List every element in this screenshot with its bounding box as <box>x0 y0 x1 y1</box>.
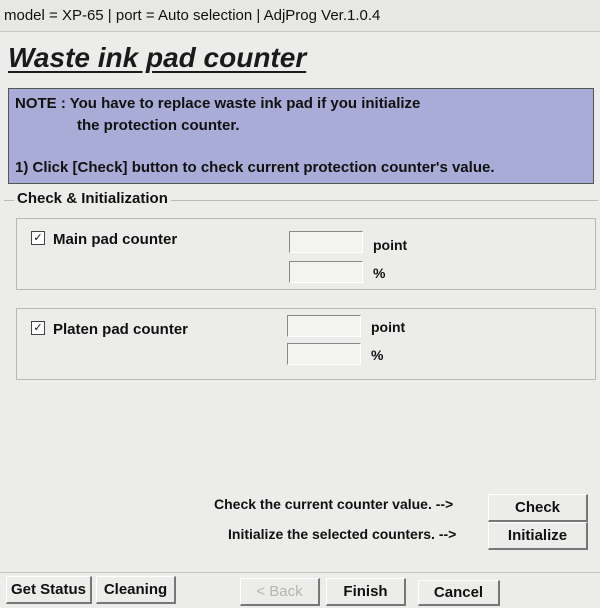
main-pad-point-field <box>289 231 363 253</box>
platen-pad-checkbox[interactable]: ✓ <box>31 321 45 335</box>
get-status-button[interactable]: Get Status <box>6 576 92 604</box>
check-button[interactable]: Check <box>488 494 588 522</box>
cancel-button[interactable]: Cancel <box>418 580 500 606</box>
note-line-2: the protection counter. <box>77 117 240 134</box>
note-instruction: 1) Click [Check] button to check current… <box>15 159 495 176</box>
back-button[interactable]: < Back <box>240 578 320 606</box>
main-pad-section: ✓ Main pad counter point % <box>16 218 596 290</box>
finish-button[interactable]: Finish <box>326 578 406 606</box>
platen-pad-percent-field <box>287 343 361 365</box>
main-pad-point-unit: point <box>373 237 408 253</box>
window-title: model = XP-65 | port = Auto selection | … <box>4 7 381 24</box>
page-title: Waste ink pad counter <box>8 42 307 73</box>
initialize-button[interactable]: Initialize <box>488 522 588 550</box>
main-pad-checkbox[interactable]: ✓ <box>31 231 45 245</box>
main-pad-percent-field <box>289 261 363 283</box>
window-titlebar: model = XP-65 | port = Auto selection | … <box>0 0 600 32</box>
note-line-1: NOTE : You have to replace waste ink pad… <box>15 95 421 112</box>
check-hint: Check the current counter value. --> <box>214 496 454 512</box>
platen-pad-label: Platen pad counter <box>53 321 189 338</box>
cleaning-button[interactable]: Cleaning <box>96 576 176 604</box>
platen-pad-point-unit: point <box>371 319 406 335</box>
main-pad-label: Main pad counter <box>53 231 178 248</box>
main-pad-percent-unit: % <box>373 265 386 281</box>
platen-pad-percent-unit: % <box>371 347 384 363</box>
group-title: Check & Initialization <box>14 190 171 207</box>
footer-divider <box>0 572 600 573</box>
note-panel: NOTE : You have to replace waste ink pad… <box>8 88 594 184</box>
platen-pad-point-field <box>287 315 361 337</box>
platen-pad-section: ✓ Platen pad counter point % <box>16 308 596 380</box>
initialize-hint: Initialize the selected counters. --> <box>228 526 457 542</box>
